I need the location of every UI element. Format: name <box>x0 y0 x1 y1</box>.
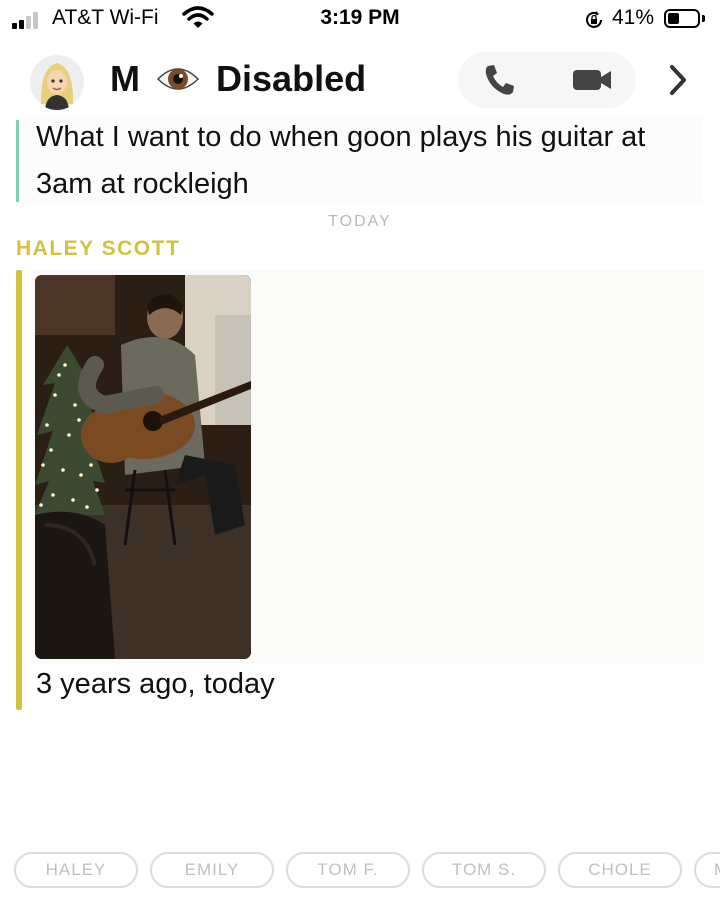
phone-icon[interactable] <box>480 62 520 98</box>
chevron-right-icon[interactable] <box>664 62 692 98</box>
battery-tip <box>702 15 705 22</box>
suggestion-chip-tom-f[interactable]: TOM F. <box>286 852 410 888</box>
memory-photo[interactable] <box>35 275 251 659</box>
chat-title-prefix: M <box>110 58 140 99</box>
sender-message-bar <box>16 270 22 710</box>
memory-caption: 3 years ago, today <box>36 668 275 700</box>
previous-message-bar <box>16 120 19 202</box>
battery-percent: 41% <box>612 6 655 29</box>
avatar[interactable] <box>30 54 84 110</box>
suggestion-chip-chole[interactable]: CHOLE <box>558 852 682 888</box>
previous-message-text[interactable]: What I want to do when goon plays his gu… <box>36 114 676 208</box>
suggestion-chip-m[interactable]: M <box>694 852 720 888</box>
sender-name: HALEY SCOTT <box>16 237 181 260</box>
rotation-lock-icon <box>586 11 602 28</box>
eye-emoji-icon <box>156 68 200 90</box>
suggestion-chip-haley[interactable]: HALEY <box>14 852 138 888</box>
suggestion-bar: HALEY EMILY TOM F. TOM S. CHOLE M <box>0 852 720 892</box>
chat-title[interactable]: M Disabled <box>110 58 366 100</box>
battery-icon <box>664 9 700 28</box>
chat-title-suffix: Disabled <box>216 58 367 99</box>
suggestion-chip-emily[interactable]: EMILY <box>150 852 274 888</box>
date-separator: TODAY <box>328 213 392 230</box>
video-camera-icon[interactable] <box>570 64 614 96</box>
suggestion-chip-tom-s[interactable]: TOM S. <box>422 852 546 888</box>
status-bar: AT&T Wi-Fi 3:19 PM 41% <box>0 0 720 40</box>
